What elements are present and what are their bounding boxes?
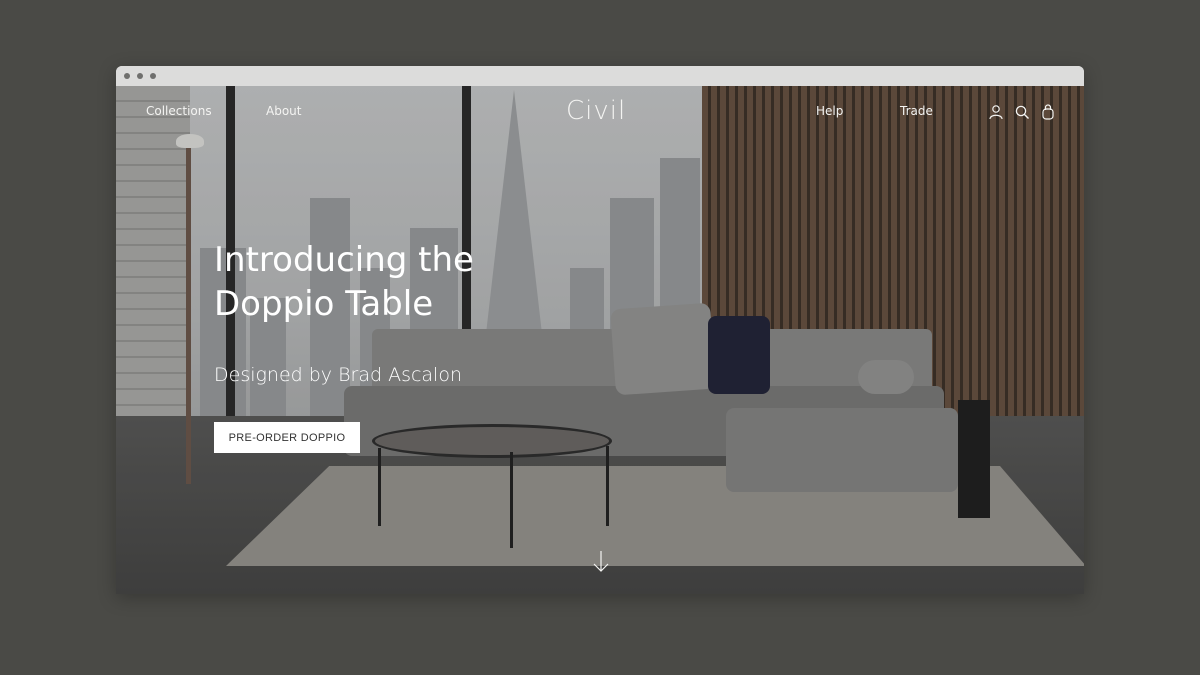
hero-subtitle: Designed by Brad Ascalon (214, 364, 463, 386)
browser-window: Collections About Civil Help Trade Intro… (116, 66, 1084, 594)
hero-title: Introducing the Doppio Table (214, 240, 474, 324)
pre-order-button[interactable]: PRE-ORDER DOPPIO (214, 422, 360, 453)
account-icon[interactable] (988, 104, 1004, 120)
window-control-dot[interactable] (150, 73, 156, 79)
hero-section: Collections About Civil Help Trade Intro… (116, 86, 1084, 594)
browser-toolbar (116, 66, 1084, 86)
arrow-down-icon[interactable] (592, 549, 610, 575)
search-icon[interactable] (1014, 104, 1030, 120)
bag-icon[interactable] (1040, 104, 1056, 120)
window-control-dot[interactable] (137, 73, 143, 79)
nav-link-trade[interactable]: Trade (900, 104, 933, 118)
nav-link-about[interactable]: About (266, 104, 301, 118)
nav-link-collections[interactable]: Collections (146, 104, 212, 118)
window-control-dot[interactable] (124, 73, 130, 79)
nav-link-help[interactable]: Help (816, 104, 843, 118)
brand-logo[interactable]: Civil (566, 96, 626, 126)
